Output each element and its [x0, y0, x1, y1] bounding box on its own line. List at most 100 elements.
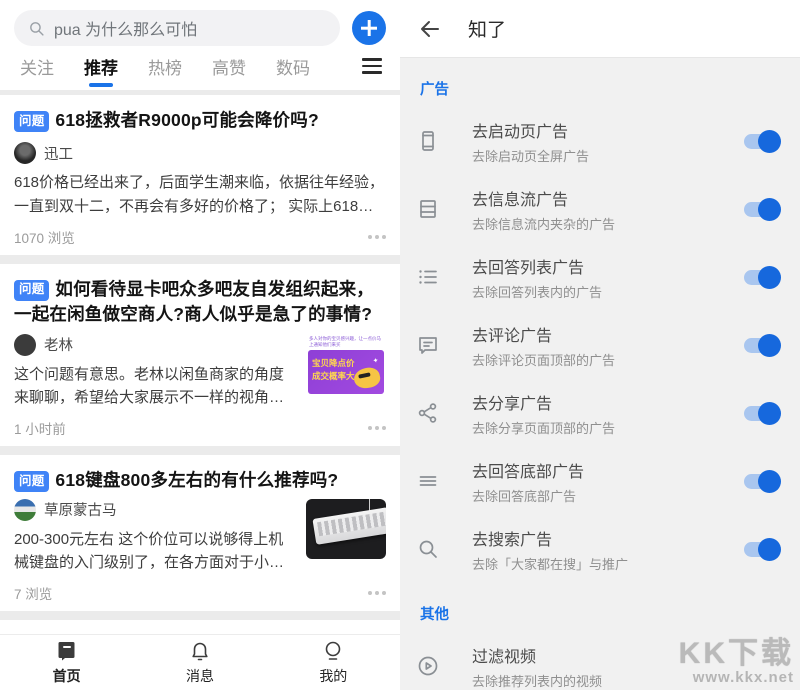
setting-row-search-ads[interactable]: 去搜索广告 去除「大家都在搜」与推广	[400, 515, 800, 583]
feed-title-text: 618拯救者R9000p可能会降价吗?	[55, 110, 318, 130]
feed-card[interactable]: 问题 618拯救者R9000p可能会降价吗? 迅工 618价格已经出来了，后面学生…	[0, 95, 400, 255]
setting-row-filter-video[interactable]: 过滤视频 去除推荐列表内的视频	[400, 632, 800, 690]
avatar	[14, 334, 36, 356]
author-row[interactable]: 迅工	[14, 142, 386, 164]
toggle-feed-ads[interactable]	[744, 202, 778, 217]
setting-subtitle: 去除分享页面顶部的广告	[472, 418, 744, 437]
more-options-icon[interactable]	[368, 235, 386, 239]
setting-row-answer-bottom-ads[interactable]: 去回答底部广告 去除回答底部广告	[400, 447, 800, 515]
setting-subtitle: 去除启动页全屏广告	[472, 146, 744, 165]
toggle-comment-ads[interactable]	[744, 338, 778, 353]
home-book-icon	[55, 639, 79, 663]
author-row[interactable]: 老林	[14, 334, 296, 356]
setting-title: 去启动页广告	[472, 118, 744, 142]
feed-card-title: 问题 618拯救者R9000p可能会降价吗?	[14, 108, 386, 133]
nav-profile[interactable]: 我的	[267, 635, 400, 690]
tab-menu-icon[interactable]	[362, 58, 382, 77]
question-badge: 问题	[14, 111, 49, 132]
more-options-icon[interactable]	[368, 591, 386, 595]
setting-subtitle: 去除回答列表内的广告	[472, 282, 744, 301]
tab-follow[interactable]: 关注	[18, 46, 56, 91]
author-name: 草原蒙古马	[44, 499, 117, 520]
more-options-icon[interactable]	[368, 426, 386, 430]
setting-title: 去回答底部广告	[472, 458, 744, 482]
question-badge: 问题	[14, 471, 49, 492]
bottom-navigation: 首页 消息 我的	[0, 634, 400, 690]
settings-panel: 知了 广告 去启动页广告 去除启动页全屏广告 去信息流广告 去除信息流内夹杂的广…	[400, 0, 800, 690]
setting-title: 去分享广告	[472, 390, 744, 414]
settings-title: 知了	[468, 15, 506, 42]
feed-body-with-thumb: 老林 这个问题有意思。老林以闲鱼商家的角度来聊聊，希望给大家展示不一样的视角 1…	[14, 327, 386, 410]
tab-recommend[interactable]: 推荐	[82, 46, 120, 91]
feed-excerpt: 618价格已经出来了，后面学生潮来临，依据往年经验，一直到双十二，不再会有多好的…	[14, 171, 386, 218]
feed-excerpt: 这个问题有意思。老林以闲鱼商家的角度来聊聊，希望给大家展示不一样的视角 1、自发…	[14, 363, 296, 410]
comment-icon	[416, 333, 440, 357]
timestamp: 1 小时前	[14, 418, 66, 438]
feed-excerpt: 200-300元左右 这个价位可以说够得上机械键盘的入门级别了，在各方面对于小白…	[14, 528, 296, 575]
nav-messages[interactable]: 消息	[133, 635, 266, 690]
setting-row-answer-list-ads[interactable]: 去回答列表广告 去除回答列表内的广告	[400, 243, 800, 311]
setting-subtitle: 去除推荐列表内的视频	[472, 671, 778, 690]
promo-image: 宝贝降点价成交概率大	[308, 350, 384, 393]
setting-title: 去搜索广告	[472, 526, 744, 550]
setting-subtitle: 去除评论页面顶部的广告	[472, 350, 744, 369]
setting-row-comment-ads[interactable]: 去评论广告 去除评论页面顶部的广告	[400, 311, 800, 379]
toggle-answer-bottom-ads[interactable]	[744, 474, 778, 489]
nav-label: 消息	[186, 666, 214, 686]
feed-list: 问题 618拯救者R9000p可能会降价吗? 迅工 618价格已经出来了，后面学生…	[0, 95, 400, 690]
nav-label: 我的	[319, 666, 347, 686]
tab-upvoted[interactable]: 高赞	[210, 46, 248, 91]
setting-title: 过滤视频	[472, 643, 778, 667]
setting-subtitle: 去除回答底部广告	[472, 486, 744, 505]
view-count: 7 浏览	[14, 583, 52, 603]
feed-app-panel: pua 为什么那么可怕 关注 推荐 热榜 高赞 数码 问题 618拯救者R9000…	[0, 0, 400, 690]
feed-list-icon	[416, 197, 440, 221]
feed-thumbnail-keyboard	[306, 499, 386, 559]
toggle-share-ads[interactable]	[744, 406, 778, 421]
feed-thumbnail-promo: 多人对你的宝贝感兴趣，让一点价马上通知他们来买 宝贝降点价成交概率大	[306, 334, 386, 396]
setting-title: 去回答列表广告	[472, 254, 744, 278]
author-name: 迅工	[44, 143, 73, 164]
share-icon	[416, 401, 440, 425]
setting-title: 去信息流广告	[472, 186, 744, 210]
toggle-answer-list-ads[interactable]	[744, 270, 778, 285]
tab-hot[interactable]: 热榜	[146, 46, 184, 91]
feed-card[interactable]: 问题 618键盘800多左右的有什么推荐吗? 草原蒙古马 200-300元左右 这…	[0, 455, 400, 611]
screenshot-root: pua 为什么那么可怕 关注 推荐 热榜 高赞 数码 问题 618拯救者R9000…	[0, 0, 800, 690]
setting-subtitle: 去除「大家都在搜」与推广	[472, 554, 744, 573]
bell-icon	[188, 639, 212, 663]
question-badge: 问题	[14, 280, 49, 301]
settings-header: 知了	[400, 0, 800, 58]
feed-card[interactable]: 问题如何看待显卡吧众多吧友自发组织起来，一起在闲鱼做空商人?商人似乎是急了的事情…	[0, 264, 400, 447]
author-name: 老林	[44, 334, 73, 355]
search-input[interactable]: pua 为什么那么可怕	[14, 10, 340, 46]
profile-icon	[321, 639, 345, 663]
fish-cartoon-icon	[352, 365, 382, 390]
lines-icon	[416, 469, 440, 493]
search-icon	[416, 537, 440, 561]
create-post-button[interactable]	[352, 11, 386, 45]
bulleted-list-icon	[416, 265, 440, 289]
setting-row-share-ads[interactable]: 去分享广告 去除分享页面顶部的广告	[400, 379, 800, 447]
toggle-search-ads[interactable]	[744, 542, 778, 557]
play-circle-icon	[416, 654, 440, 678]
search-bar-row: pua 为什么那么可怕	[14, 10, 386, 46]
phone-icon	[416, 129, 440, 153]
feed-app-header: pua 为什么那么可怕 关注 推荐 热榜 高赞 数码	[0, 0, 400, 90]
view-count: 1070 浏览	[14, 227, 75, 247]
setting-title: 去评论广告	[472, 322, 744, 346]
author-row[interactable]: 草原蒙古马	[14, 499, 296, 521]
tab-digital[interactable]: 数码	[274, 46, 312, 91]
feed-card-title: 问题 618键盘800多左右的有什么推荐吗?	[14, 468, 386, 493]
nav-label: 首页	[53, 666, 81, 686]
back-arrow-icon[interactable]	[418, 17, 442, 41]
nav-home[interactable]: 首页	[0, 635, 133, 690]
feed-title-text: 618键盘800多左右的有什么推荐吗?	[55, 470, 338, 490]
setting-row-splash-ads[interactable]: 去启动页广告 去除启动页全屏广告	[400, 107, 800, 175]
search-icon	[28, 20, 45, 37]
feed-meta-row: 7 浏览	[14, 583, 386, 603]
feed-meta-row: 1 小时前	[14, 418, 386, 438]
toggle-splash-ads[interactable]	[744, 134, 778, 149]
setting-row-feed-ads[interactable]: 去信息流广告 去除信息流内夹杂的广告	[400, 175, 800, 243]
feed-card-title: 问题如何看待显卡吧众多吧友自发组织起来，一起在闲鱼做空商人?商人似乎是急了的事情…	[14, 277, 386, 327]
